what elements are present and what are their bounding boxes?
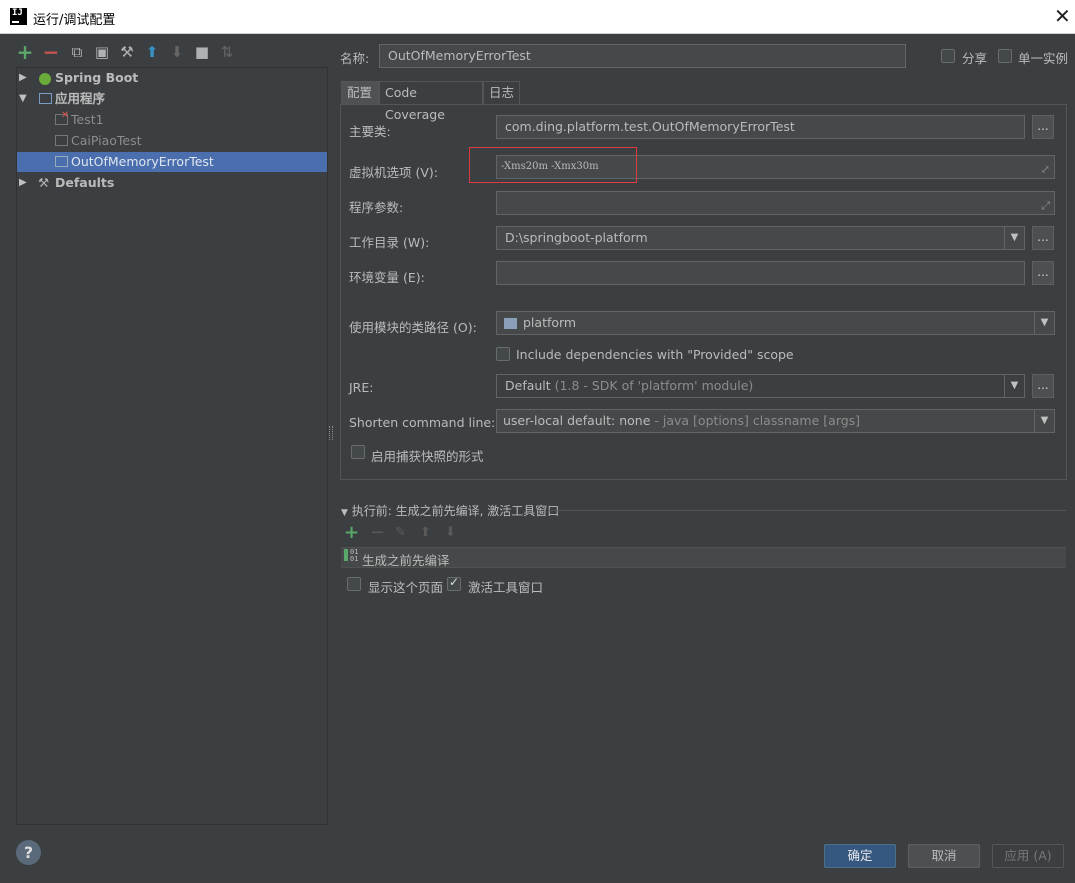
single-instance-label: 单一实例 bbox=[1018, 51, 1069, 66]
save-icon[interactable]: ▣ bbox=[93, 43, 111, 61]
tree-label: OutOfMemoryErrorTest bbox=[71, 154, 214, 169]
section-divider bbox=[548, 510, 1066, 511]
working-dir-value: D:\springboot-platform bbox=[505, 230, 648, 245]
name-input[interactable]: OutOfMemoryErrorTest bbox=[379, 44, 906, 68]
binary-icon: 01 01 bbox=[350, 548, 359, 563]
task-label: 生成之前先编译 bbox=[362, 553, 450, 568]
wrench-icon[interactable]: ⚒ bbox=[118, 43, 136, 61]
panel-splitter[interactable] bbox=[329, 426, 333, 440]
include-provided-label: Include dependencies with "Provided" sco… bbox=[516, 347, 794, 362]
name-label: 名称: bbox=[340, 51, 370, 66]
program-args-label: 程序参数: bbox=[349, 200, 404, 215]
ok-button[interactable]: 确定 bbox=[824, 844, 896, 868]
dropdown-arrow-icon[interactable]: ▼ bbox=[1004, 375, 1024, 397]
snapshot-label: 启用捕获快照的形式 bbox=[371, 449, 484, 464]
add-task-icon[interactable]: + bbox=[344, 524, 359, 542]
vm-options-label: 虚拟机选项 (V): bbox=[349, 165, 438, 180]
collapsed-arrow-icon[interactable]: ▶ bbox=[19, 68, 27, 88]
collapsed-arrow-icon[interactable]: ▶ bbox=[19, 173, 27, 193]
show-page-label: 显示这个页面 bbox=[368, 580, 444, 595]
folder-icon[interactable]: ■ bbox=[193, 43, 211, 61]
shorten-value: user-local default: none bbox=[503, 413, 651, 428]
jre-hint: (1.8 - SDK of 'platform' module) bbox=[550, 378, 754, 393]
before-launch-task-row[interactable]: 01 01 生成之前先编译 bbox=[341, 547, 1066, 568]
share-label: 分享 bbox=[962, 51, 988, 66]
share-checkbox[interactable] bbox=[941, 49, 955, 63]
expanded-arrow-icon[interactable]: ▼ bbox=[19, 89, 27, 109]
module-classpath-label: 使用模块的类路径 (O): bbox=[349, 320, 477, 335]
remove-task-icon[interactable]: − bbox=[370, 524, 385, 542]
collapse-arrow-icon[interactable]: ▼ bbox=[341, 508, 348, 518]
show-page-checkbox[interactable] bbox=[347, 577, 361, 591]
tree-label: Spring Boot bbox=[55, 70, 139, 85]
application-icon bbox=[39, 93, 52, 104]
config-tree: ▶ Spring Boot ▼ 应用程序 ✕ Test1 CaiPiaoTest… bbox=[16, 67, 328, 825]
jre-label: JRE: bbox=[349, 380, 374, 395]
shorten-command-label: Shorten command line: bbox=[349, 415, 496, 430]
dropdown-arrow-icon[interactable]: ▼ bbox=[1034, 410, 1054, 432]
remove-icon[interactable]: − bbox=[42, 42, 60, 62]
sort-icon[interactable]: ⇅ bbox=[218, 43, 236, 61]
module-folder-icon bbox=[504, 318, 517, 329]
module-value: platform bbox=[523, 315, 577, 330]
tab-logs[interactable]: 日志 bbox=[483, 81, 520, 105]
main-class-browse-button[interactable]: ... bbox=[1032, 115, 1054, 139]
env-vars-input[interactable] bbox=[496, 261, 1025, 285]
intellij-logo-icon: IJ bbox=[10, 8, 27, 25]
app-config-icon bbox=[55, 156, 68, 167]
working-dir-combo[interactable]: D:\springboot-platform ▼ bbox=[496, 226, 1025, 250]
move-up-icon[interactable]: ⬆ bbox=[143, 43, 161, 61]
tree-label: CaiPiaoTest bbox=[71, 133, 142, 148]
program-args-input[interactable]: ⤢ bbox=[496, 191, 1055, 215]
working-dir-label: 工作目录 (W): bbox=[349, 235, 430, 250]
single-instance-checkbox[interactable] bbox=[998, 49, 1012, 63]
jre-browse-button[interactable]: ... bbox=[1032, 374, 1054, 398]
shorten-command-combo[interactable]: user-local default: none - java [options… bbox=[496, 409, 1055, 433]
working-dir-browse-button[interactable]: ... bbox=[1032, 226, 1054, 250]
main-class-input[interactable]: com.ding.platform.test.OutOfMemoryErrorT… bbox=[496, 115, 1025, 139]
tree-label: Defaults bbox=[55, 175, 115, 190]
include-provided-checkbox[interactable] bbox=[496, 347, 510, 361]
tab-code-coverage[interactable]: Code Coverage bbox=[379, 81, 483, 122]
build-icon bbox=[344, 549, 348, 561]
before-launch-header[interactable]: ▼ 执行前: 生成之前先编译, 激活工具窗口 bbox=[341, 502, 559, 519]
copy-icon[interactable]: ⧉ bbox=[68, 43, 86, 61]
wrench-icon: ⚒ bbox=[38, 175, 50, 190]
tree-label: Test1 bbox=[71, 112, 104, 127]
apply-button[interactable]: 应用 (A) bbox=[992, 844, 1064, 868]
close-icon[interactable]: ✕ bbox=[1054, 6, 1071, 26]
jre-value: Default bbox=[505, 378, 551, 393]
expand-icon[interactable]: ⤢ bbox=[1041, 195, 1050, 214]
snapshot-checkbox[interactable] bbox=[351, 445, 365, 459]
jre-combo[interactable]: Default (1.8 - SDK of 'platform' module)… bbox=[496, 374, 1025, 398]
spring-leaf-icon bbox=[39, 73, 51, 85]
before-launch-title: 执行前: 生成之前先编译, 激活工具窗口 bbox=[351, 504, 560, 518]
help-icon[interactable]: ? bbox=[16, 840, 41, 865]
activate-window-checkbox[interactable] bbox=[447, 575, 461, 591]
move-task-up-icon[interactable]: ⬆ bbox=[420, 525, 431, 540]
tab-configuration[interactable]: 配置 bbox=[341, 81, 379, 105]
dropdown-arrow-icon[interactable]: ▼ bbox=[1034, 312, 1054, 334]
dropdown-arrow-icon[interactable]: ▼ bbox=[1004, 227, 1024, 249]
main-class-label: 主要类: bbox=[349, 124, 391, 139]
cancel-button[interactable]: 取消 bbox=[908, 844, 980, 868]
env-vars-label: 环境变量 (E): bbox=[349, 270, 425, 285]
activate-window-label: 激活工具窗口 bbox=[468, 580, 544, 595]
edit-task-icon[interactable]: ✎ bbox=[395, 525, 406, 540]
window-title: 运行/调试配置 bbox=[33, 13, 116, 28]
error-mark-icon: ✕ bbox=[61, 110, 70, 121]
shorten-hint: - java [options] classname [args] bbox=[650, 413, 861, 428]
move-task-down-icon[interactable]: ⬇ bbox=[445, 525, 456, 540]
module-combo[interactable]: platform ▼ bbox=[496, 311, 1055, 335]
title-bar: IJ 运行/调试配置 ✕ bbox=[0, 0, 1075, 34]
app-config-icon bbox=[55, 135, 68, 146]
env-vars-browse-button[interactable]: ... bbox=[1032, 261, 1054, 285]
add-icon[interactable]: + bbox=[16, 42, 34, 62]
highlight-annotation-box bbox=[469, 147, 637, 183]
expand-icon[interactable]: ⤢ bbox=[1041, 159, 1050, 178]
move-down-icon[interactable]: ⬇ bbox=[168, 43, 186, 61]
